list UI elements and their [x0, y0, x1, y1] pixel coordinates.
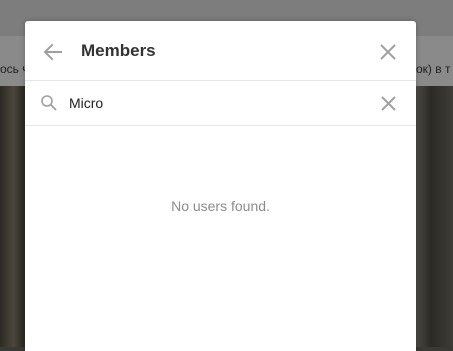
close-button[interactable] [379, 43, 397, 61]
background-photo-edge [416, 86, 453, 347]
dialog-header: Members [25, 21, 416, 81]
search-input[interactable] [69, 92, 369, 114]
back-button[interactable] [41, 40, 65, 64]
clear-search-button[interactable] [380, 95, 397, 112]
dialog-title: Members [81, 41, 156, 60]
search-row [25, 82, 416, 126]
empty-state-message: No users found. [171, 198, 270, 214]
search-icon [40, 94, 58, 112]
arrow-left-icon [43, 43, 62, 61]
members-dialog: Members No users found. [25, 21, 416, 351]
close-icon [380, 44, 396, 60]
background-text-right: ок) в т [416, 62, 451, 76]
clear-icon [381, 96, 396, 111]
